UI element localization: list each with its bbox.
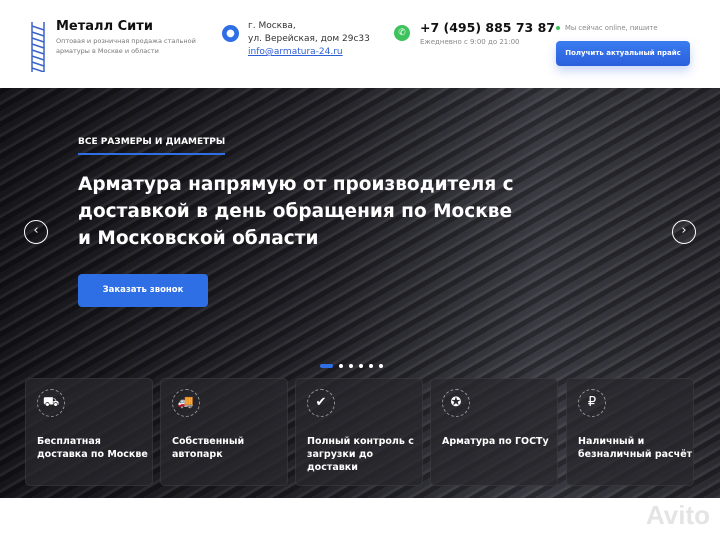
chevron-left-icon: ‹ [33,223,39,238]
feature-card: ✪ Арматура по ГОСТу [430,378,558,486]
rebar-logo-icon [31,22,45,72]
online-status: Мы сейчас online, пишите [556,24,658,32]
hero-headline: Арматура напрямую от производителя с дос… [78,174,514,249]
hero-slider: ВСЕ РАЗМЕРЫ И ДИАМЕТРЫ Арматура напрямую… [0,88,720,498]
whatsapp-icon[interactable]: ✆ [394,25,410,41]
working-hours: Ежедневно с 9:00 до 21:00 [420,38,520,46]
brand-name[interactable]: Металл Сити [56,19,153,34]
phone-number[interactable]: +7 (495) 885 73 87 [420,20,555,35]
hero-kicker: ВСЕ РАЗМЕРЫ И ДИАМЕТРЫ [78,137,226,155]
feature-label: Полный контроль с загрузки до доставки [307,436,414,473]
feature-label: Арматура по ГОСТу [442,436,549,447]
truck-icon: 🚚 [172,389,200,417]
site-header: Металл Сити Оптовая и розничная продажа … [0,0,720,88]
shield-check-icon: ✔ [307,389,335,417]
address-city: г. Москва, [248,21,296,31]
prev-slide-button[interactable]: ‹ [24,220,48,244]
slider-dot[interactable] [349,364,353,368]
address-block: г. Москва, ул. Верейская, дом 29с33 info… [248,20,370,59]
order-call-button[interactable]: Заказать звонок [78,274,208,307]
feature-card: 🚚 Собственный автопарк [160,378,288,486]
slider-dot[interactable] [379,364,383,368]
slider-pagination [320,364,383,368]
brand-tagline: Оптовая и розничная продажа стальной арм… [56,37,196,55]
feature-label: Бесплатная доставка по Москве [37,436,148,460]
address-street: ул. Верейская, дом 29с33 [248,34,370,44]
feature-card: ⛟ Бесплатная доставка по Москве [25,378,153,486]
ruble-icon: ₽ [578,389,606,417]
slider-dot[interactable] [339,364,343,368]
get-price-button[interactable]: Получить актуальный прайс [556,41,690,66]
slider-dot[interactable] [359,364,363,368]
avito-watermark: Avito [645,500,710,530]
feature-card: ✔ Полный контроль с загрузки до доставки [295,378,423,486]
feature-label: Собственный автопарк [172,436,245,460]
next-slide-button[interactable]: › [672,220,696,244]
location-pin-icon: ● [222,25,239,42]
feature-label: Наличный и безналичный расчёт [578,436,693,460]
feature-card: ₽ Наличный и безналичный расчёт [566,378,694,486]
award-icon: ✪ [442,389,470,417]
email-link[interactable]: info@armatura-24.ru [248,47,343,57]
slider-dot[interactable] [369,364,373,368]
chevron-right-icon: › [681,223,687,238]
delivery-cart-icon: ⛟ [37,389,65,417]
slider-dot[interactable] [320,364,333,368]
